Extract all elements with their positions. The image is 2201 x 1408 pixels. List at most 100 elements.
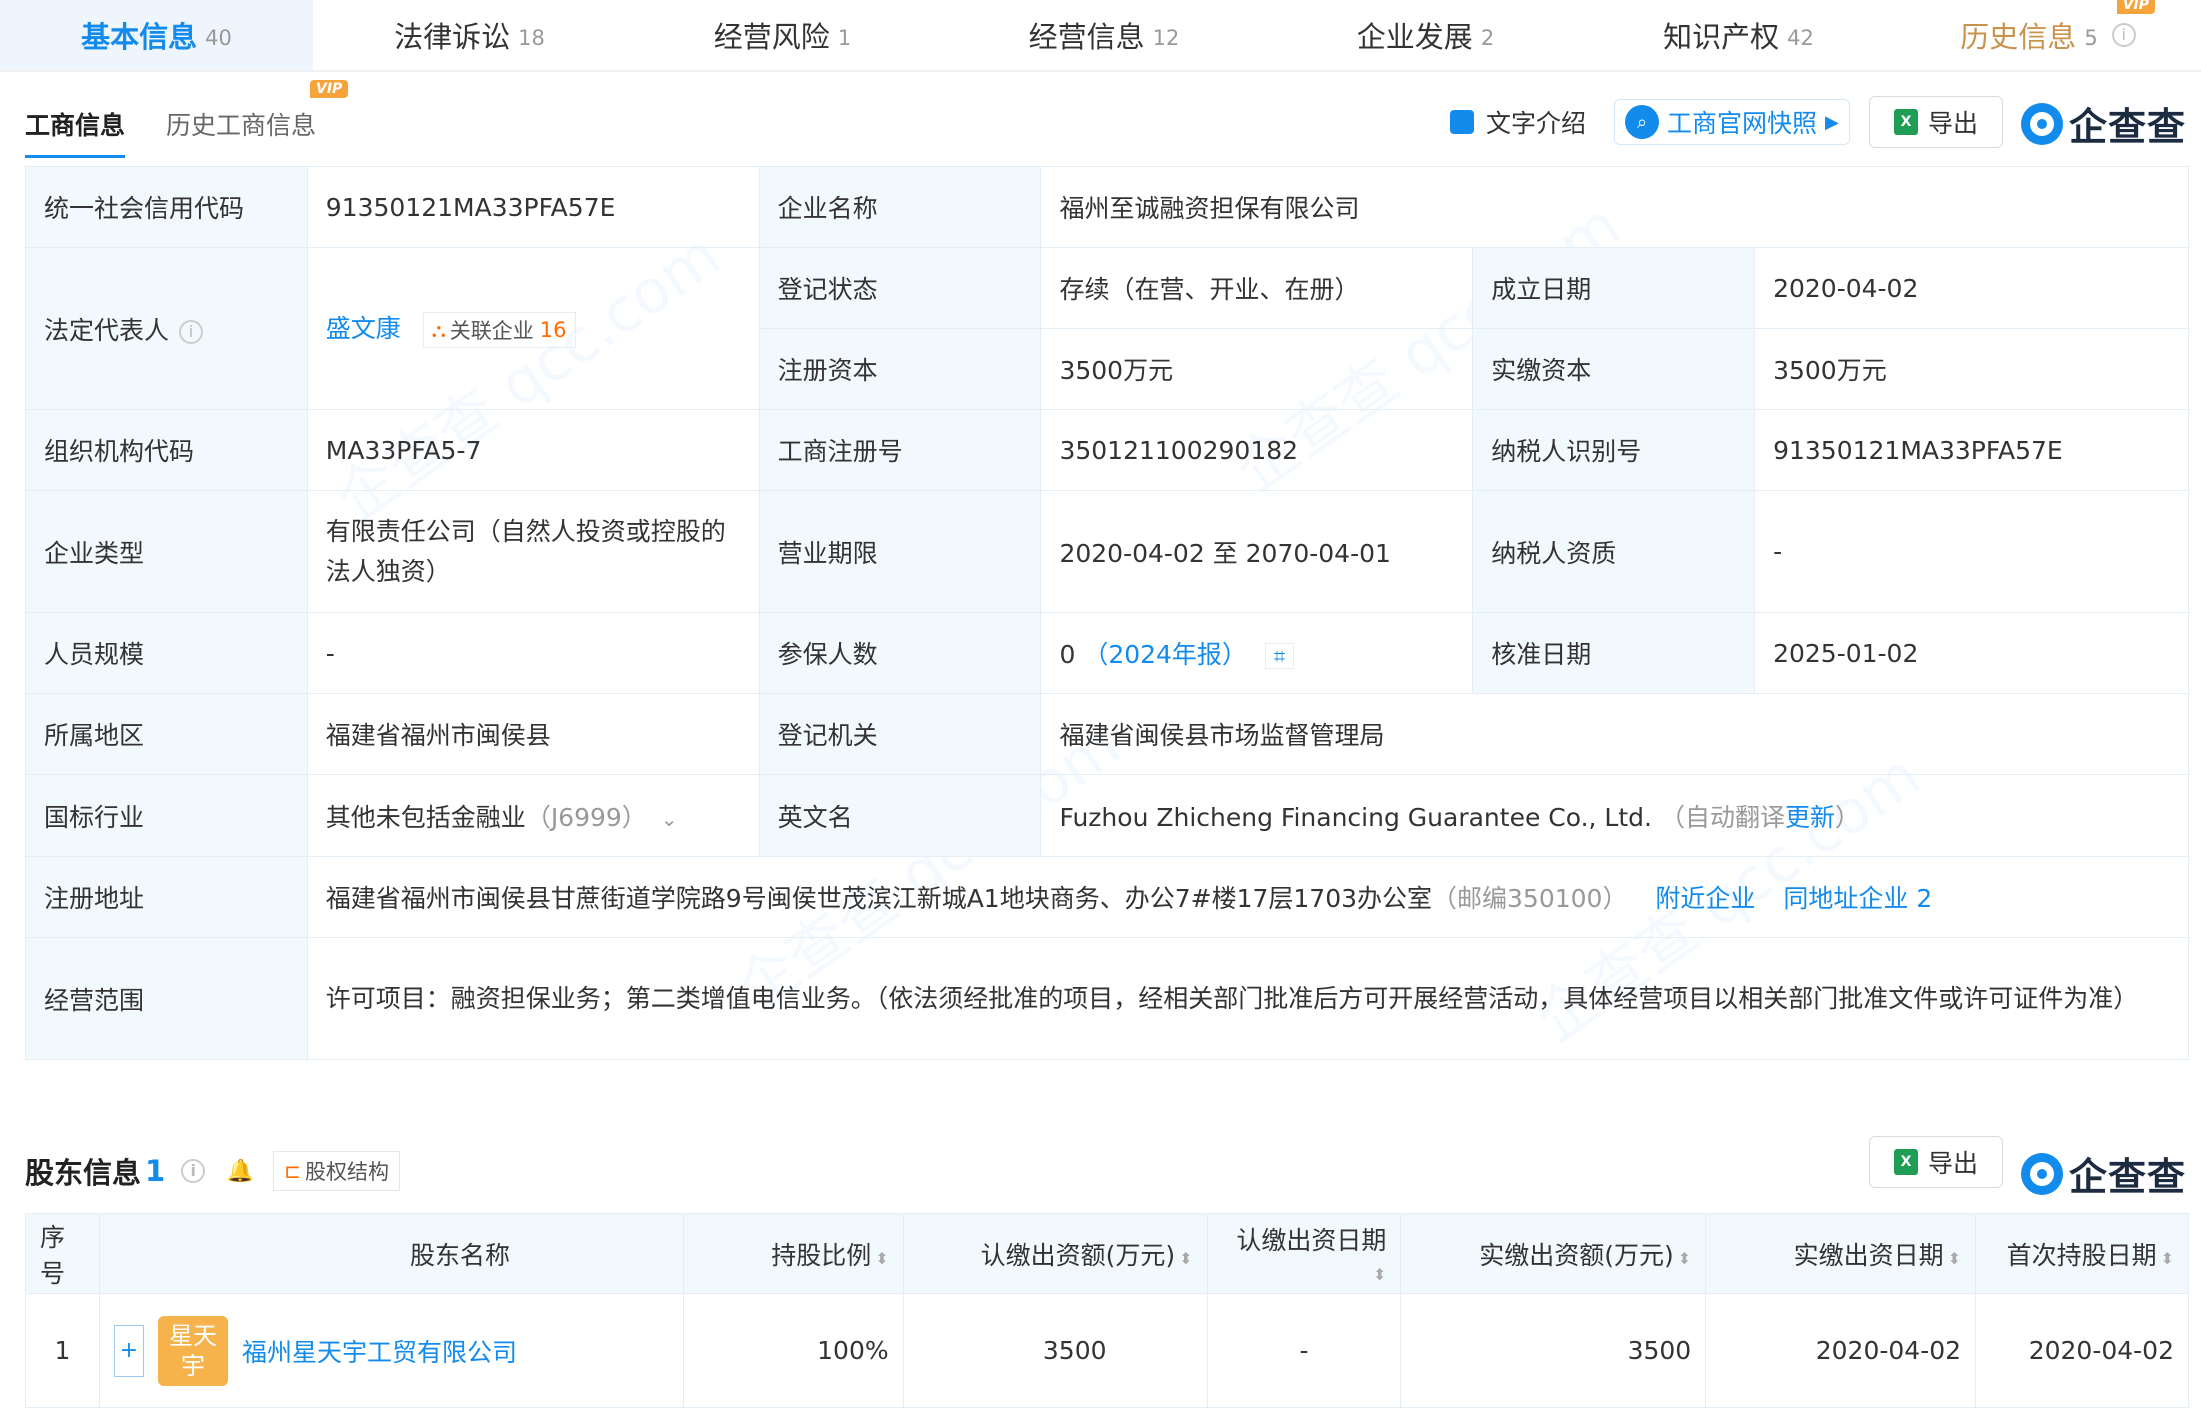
header-subscribed-label: 认缴出资额(万元) [980,1240,1176,1270]
legal-rep-link[interactable]: 盛文康 [326,314,401,343]
tab-count: 5 [2084,26,2098,50]
tab-history[interactable]: 历史信息 5 i VIP [1895,0,2201,70]
authority-value: 福建省闽侯县市场监督管理局 [1040,693,2189,775]
shareholder-section-header: 股东信息 1 i 🔔 ⊏ 股权结构 [25,1150,400,1192]
expand-button[interactable]: + [113,1324,144,1377]
legal-rep-label: 法定代表人 [44,315,170,345]
insured-label: 参保人数 [758,612,1042,694]
vip-badge: VIP [310,80,349,98]
header-paid-date[interactable]: 实缴出资日期 ⬍ [1705,1213,1977,1294]
reg-capital-label: 注册资本 [758,328,1042,410]
company-name-value[interactable]: 福州至诚融资担保有限公司 [1040,166,2189,248]
tab-basic-info[interactable]: 基本信息 40 [0,0,313,70]
tab-legal[interactable]: 法律诉讼 18 [313,0,626,70]
region-value: 福建省福州市闽侯县 [306,693,760,775]
tax-qual-label: 纳税人资质 [1472,490,1756,613]
english-note-close: ） [1834,802,1860,832]
insured-cell: 0 （2024年报） ⌗ [1040,612,1474,694]
header-sub-date[interactable]: 认缴出资日期 ⬍ [1206,1213,1402,1294]
industry-value: 其他未包括金融业 [325,802,526,832]
info-icon[interactable]: i [179,319,204,344]
tab-business[interactable]: 经营信息 12 [939,0,1269,70]
shareholder-export-button[interactable]: X 导出 [1869,1136,2003,1188]
related-companies-badge[interactable]: ⛬ 关联企业 16 [422,312,576,348]
subtab-history-business[interactable]: 历史工商信息 [166,106,316,142]
status-label: 登记状态 [758,247,1042,329]
header-sub-date-label: 认缴出资日期 [1236,1226,1387,1255]
tab-label: 经营信息 [1028,20,1145,54]
header-subscribed[interactable]: 认缴出资额(万元) ⬍ [902,1213,1208,1294]
header-paid[interactable]: 实缴出资额(万元) ⬍ [1400,1213,1707,1294]
tab-development[interactable]: 企业发展 2 [1269,0,1582,70]
header-paid-date-label: 实缴出资日期 [1793,1240,1944,1270]
first-date-value: 2020-04-02 [1975,1293,2189,1408]
credit-code-value[interactable]: 91350121MA33PFA57E [306,166,760,248]
trend-chart-icon[interactable]: ⌗ [1264,643,1295,669]
tab-count: 40 [205,26,232,50]
company-name-label: 企业名称 [758,166,1042,248]
related-label: 关联企业 [449,319,534,343]
header-ratio[interactable]: 持股比例 ⬍ [682,1213,904,1294]
structure-icon: ⊏ [284,1159,301,1183]
legal-rep-cell: 盛文康 ⛬ 关联企业 16 [306,247,760,410]
org-code-label: 组织机构代码 [25,409,308,491]
annual-report-link[interactable]: （2024年报） [1083,640,1247,669]
tab-count: 42 [1787,26,1814,50]
chevron-down-icon[interactable]: ⌄ [661,807,678,831]
subtab-business-info[interactable]: 工商信息 [25,106,126,158]
bell-icon[interactable]: 🔔 [225,1156,256,1186]
credit-code-label: 统一社会信用代码 [25,166,308,248]
sort-icon: ⬍ [1677,1248,1692,1268]
equity-structure-button[interactable]: ⊏ 股权结构 [273,1151,400,1191]
shareholder-name-link[interactable]: 福州星天宇工贸有限公司 [242,1333,517,1369]
paid-value: 3500 [1400,1293,1707,1408]
english-label: 英文名 [758,774,1042,857]
related-count: 16 [539,318,567,342]
business-info-table: 统一社会信用代码 91350121MA33PFA57E 企业名称 福州至诚融资担… [25,166,2190,1060]
address-label: 注册地址 [25,856,308,938]
tab-count: 18 [518,26,545,50]
export-button[interactable]: X 导出 [1869,96,2003,148]
sort-icon: ⬍ [1372,1265,1387,1284]
header-index: 序号 [25,1213,100,1294]
tab-ip[interactable]: 知识产权 42 [1582,0,1895,70]
status-value: 存续（在营、开业、在册） [1040,247,1474,329]
org-code-value[interactable]: MA33PFA5-7 [306,409,760,491]
address-cell: 福建省福州市闽侯县甘蔗街道学院路9号闽侯世茂滨江新城A1地块商务、办公7#楼17… [306,856,2190,938]
header-paid-label: 实缴出资额(万元) [1479,1240,1674,1270]
header-first-date[interactable]: 首次持股日期 ⬍ [1975,1213,2189,1294]
translate-update-link[interactable]: 更新 [1785,803,1835,832]
search-doc-icon: ⌕ [1625,105,1659,139]
tax-qual-value: - [1754,490,2189,613]
tab-count: 1 [837,26,852,50]
tab-risk[interactable]: 经营风险 1 [626,0,939,70]
type-value: 有限责任公司（自然人投资或控股的法人独资） [306,490,760,613]
paid-date-value: 2020-04-02 [1705,1293,1977,1408]
tax-id-value[interactable]: 91350121MA33PFA57E [1754,409,2189,491]
info-icon[interactable]: i [181,1159,206,1183]
reg-no-label: 工商注册号 [758,409,1042,491]
company-avatar: 星天宇 [157,1315,228,1386]
english-note: （自动翻译 [1659,802,1785,832]
postcode: （邮编350100） [1432,884,1628,913]
text-intro-button[interactable]: 文字介绍 [1450,104,1586,140]
authority-label: 登记机关 [758,693,1042,775]
same-address-link[interactable]: 同地址企业 2 [1783,884,1932,913]
industry-cell[interactable]: 其他未包括金融业（J6999） ⌄ [306,774,760,857]
reg-no-value[interactable]: 350121100290182 [1040,409,1474,491]
nearby-companies-link[interactable]: 附近企业 [1655,884,1755,913]
approved-label: 核准日期 [1472,612,1756,694]
header-name: 股东名称 [98,1213,684,1294]
tab-count: 12 [1152,26,1180,50]
table-header-row: 序号 股东名称 持股比例 ⬍ 认缴出资额(万元) ⬍ 认缴出资日期⬍ 实缴出资额(万… [25,1213,2189,1294]
table-row: 1 + 星天宇 福州星天宇工贸有限公司 100% 3500 - 3500 202… [25,1293,2189,1408]
ratio-value: 100% [682,1293,904,1408]
shareholder-table: 序号 股东名称 持股比例 ⬍ 认缴出资额(万元) ⬍ 认缴出资日期⬍ 实缴出资额(万… [25,1213,2189,1408]
address-value: 福建省福州市闽侯县甘蔗街道学院路9号闽侯世茂滨江新城A1地块商务、办公7#楼17… [325,884,1433,913]
tab-label: 法律诉讼 [394,20,511,54]
tab-label: 企业发展 [1356,20,1473,54]
type-label: 企业类型 [25,490,308,613]
founded-label: 成立日期 [1472,247,1756,329]
snapshot-button[interactable]: ⌕ 工商官网快照 ▶ [1614,99,1850,145]
paid-capital-value: 3500万元 [1754,328,2189,410]
